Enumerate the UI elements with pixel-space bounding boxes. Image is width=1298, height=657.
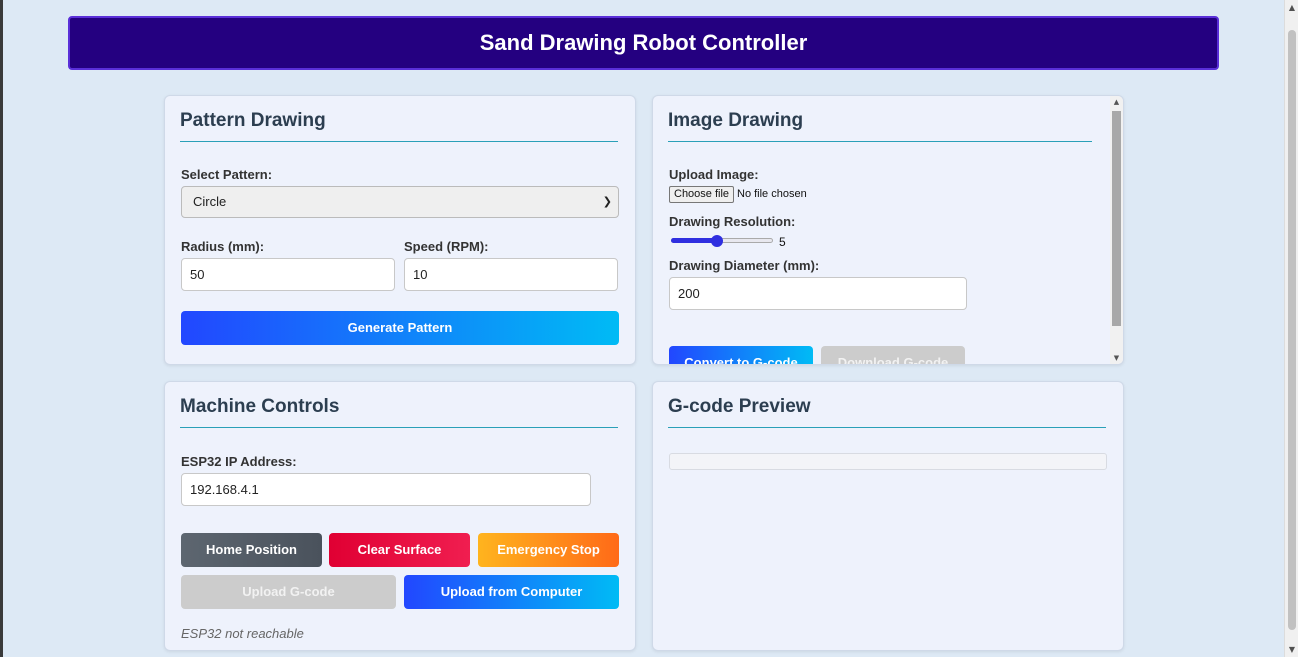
- drawing-diameter-label: Drawing Diameter (mm):: [669, 258, 820, 273]
- upload-from-computer-button[interactable]: Upload from Computer: [404, 575, 619, 609]
- pattern-drawing-card: Pattern Drawing Select Pattern: Circle ❯…: [164, 95, 636, 365]
- section-divider: [180, 141, 618, 142]
- pattern-drawing-title: Pattern Drawing: [180, 110, 326, 131]
- gcode-preview-box: [669, 453, 1107, 470]
- resolution-value: 5: [779, 235, 786, 249]
- pattern-select-value: Circle: [193, 194, 227, 209]
- scroll-up-icon[interactable]: ▲: [1110, 98, 1123, 106]
- file-status: No file chosen: [737, 188, 807, 200]
- connection-status: ESP32 not reachable: [181, 626, 304, 641]
- page-scrollbar[interactable]: ▲ ▼: [1284, 0, 1298, 657]
- clear-surface-button[interactable]: Clear Surface: [329, 533, 470, 567]
- speed-input[interactable]: 10: [404, 258, 618, 291]
- speed-label: Speed (RPM):: [404, 239, 489, 254]
- radius-input[interactable]: 50: [181, 258, 395, 291]
- scroll-down-icon[interactable]: ▼: [1110, 354, 1123, 362]
- home-position-button[interactable]: Home Position: [181, 533, 322, 567]
- generate-pattern-button[interactable]: Generate Pattern: [181, 311, 619, 345]
- pattern-select[interactable]: Circle ❯: [181, 186, 619, 218]
- download-gcode-button: Download G-code: [821, 346, 965, 364]
- esp32-ip-label: ESP32 IP Address:: [181, 454, 297, 469]
- resolution-slider-thumb[interactable]: [711, 235, 723, 247]
- window-edge: [0, 0, 3, 657]
- machine-controls-card: Machine Controls ESP32 IP Address: 192.1…: [164, 381, 636, 651]
- select-pattern-label: Select Pattern:: [181, 167, 273, 182]
- emergency-stop-button[interactable]: Emergency Stop: [478, 533, 619, 567]
- upload-image-label: Upload Image:: [669, 167, 759, 182]
- section-divider: [668, 141, 1092, 142]
- gcode-preview-title: G-code Preview: [668, 396, 811, 417]
- app-title: Sand Drawing Robot Controller: [479, 30, 808, 55]
- diameter-input[interactable]: 200: [669, 277, 967, 310]
- esp32-ip-input[interactable]: 192.168.4.1: [181, 473, 591, 506]
- scroll-up-icon[interactable]: ▲: [1285, 3, 1298, 12]
- gcode-preview-card: G-code Preview: [652, 381, 1124, 651]
- card-scrollbar[interactable]: ▲ ▼: [1110, 96, 1123, 364]
- scroll-down-icon[interactable]: ▼: [1285, 645, 1298, 654]
- section-divider: [668, 427, 1106, 428]
- machine-controls-title: Machine Controls: [180, 396, 340, 417]
- upload-gcode-button: Upload G-code: [181, 575, 396, 609]
- app-header: Sand Drawing Robot Controller: [68, 16, 1219, 70]
- card-scrollbar-thumb[interactable]: [1112, 111, 1121, 326]
- chevron-down-icon: ❯: [602, 195, 612, 208]
- choose-file-button[interactable]: Choose file: [669, 186, 735, 203]
- radius-label: Radius (mm):: [181, 239, 265, 254]
- drawing-resolution-label: Drawing Resolution:: [669, 214, 796, 229]
- convert-gcode-button[interactable]: Convert to G-code: [669, 346, 813, 364]
- image-drawing-card: Image Drawing Upload Image: Choose file …: [652, 95, 1124, 365]
- section-divider: [180, 427, 618, 428]
- page-scrollbar-thumb[interactable]: [1288, 30, 1296, 630]
- image-drawing-title: Image Drawing: [668, 110, 804, 131]
